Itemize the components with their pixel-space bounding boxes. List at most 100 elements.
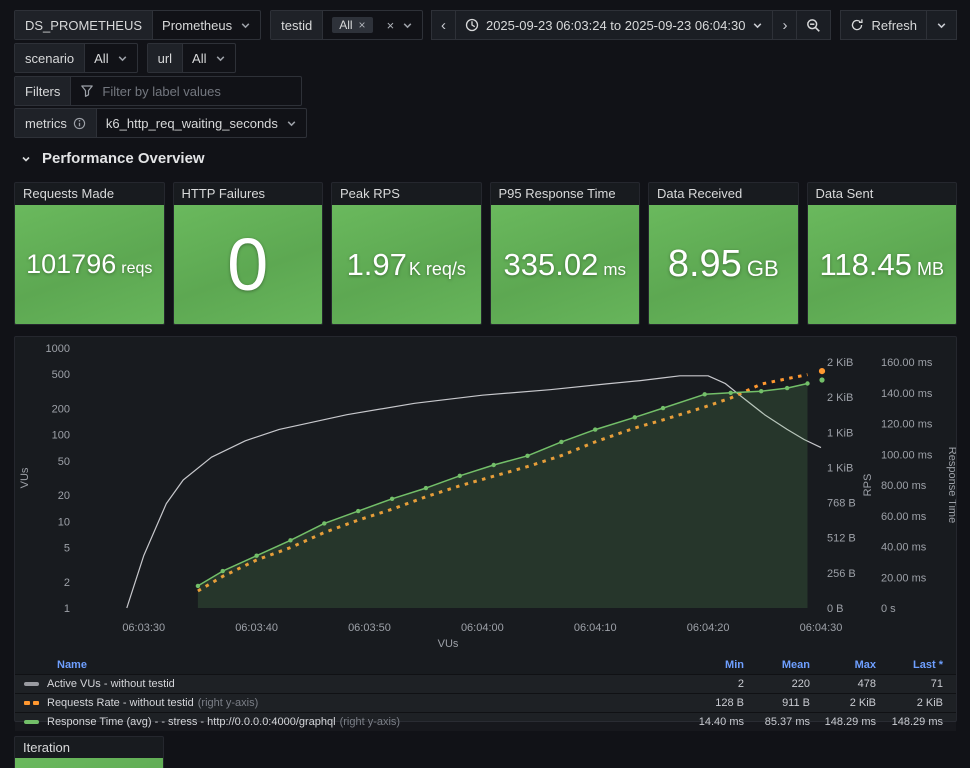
legend-row-response-time[interactable]: Response Time (avg) - - stress - http://…: [15, 712, 956, 731]
legend-series-name[interactable]: Requests Rate - without testid (right y-a…: [47, 697, 258, 709]
refresh-interval-dropdown[interactable]: [926, 10, 957, 40]
legend-header-mean[interactable]: Mean: [744, 659, 810, 671]
svg-text:VUs: VUs: [438, 638, 459, 649]
legend-row-active-vus[interactable]: Active VUs - without testid 2 220 478 71: [15, 674, 956, 693]
legend-header: Name Min Mean Max Last *: [15, 655, 956, 674]
stat-value: 8.95: [667, 243, 742, 285]
legend-max: 478: [857, 678, 876, 690]
stat-value: 101796: [26, 249, 117, 279]
testid-label: testid: [271, 11, 324, 39]
stat-unit: K req/s: [408, 258, 466, 279]
iteration-stat-body: [15, 758, 163, 768]
zoom-out-button[interactable]: [796, 10, 832, 40]
scenario-select[interactable]: All: [85, 44, 136, 72]
stat-body: 0: [173, 205, 322, 324]
datasource-select[interactable]: Prometheus: [153, 11, 260, 39]
series-swatch-gray: [24, 682, 39, 686]
svg-text:200: 200: [52, 404, 70, 416]
legend-header-name[interactable]: Name: [15, 659, 678, 671]
timeseries-chart[interactable]: 1 2 5 10 20 50 100 200 500 1000 0 B 256 B 512 B 768 B…: [15, 337, 958, 650]
svg-text:1 KiB: 1 KiB: [827, 462, 853, 474]
svg-text:2 KiB: 2 KiB: [827, 392, 853, 404]
svg-text:120.00 ms: 120.00 ms: [881, 419, 933, 431]
zoom-out-icon: [807, 18, 821, 32]
legend-series-name[interactable]: Active VUs - without testid: [47, 678, 175, 690]
legend-mean: 220: [791, 678, 810, 690]
svg-text:512 B: 512 B: [827, 533, 856, 545]
panel-p95-response-time: P95 Response Time 335.02 ms: [489, 182, 640, 325]
stat-unit: ms: [603, 259, 626, 279]
row-performance-overview[interactable]: Performance Overview: [20, 150, 205, 167]
legend-max: 2 KiB: [849, 697, 876, 709]
legend-min: 14.40 ms: [698, 716, 744, 728]
scenario-filter[interactable]: scenario All: [14, 43, 138, 73]
metrics-picker[interactable]: metrics k6_http_req_waiting_seconds: [14, 108, 307, 138]
section-title: Performance Overview: [42, 150, 205, 167]
time-range-picker[interactable]: 2025-09-23 06:03:24 to 2025-09-23 06:04:…: [454, 10, 774, 40]
testid-chip-all[interactable]: All ×: [332, 17, 373, 33]
panel-title[interactable]: Requests Made: [15, 183, 164, 205]
panel-title[interactable]: Iteration: [15, 737, 163, 759]
panel-title[interactable]: P95 Response Time: [491, 183, 640, 205]
url-select[interactable]: All: [183, 44, 234, 72]
legend-header-last[interactable]: Last *: [876, 659, 956, 671]
panel-title[interactable]: Data Sent: [808, 183, 957, 205]
svg-text:06:04:00: 06:04:00: [461, 622, 504, 634]
stat-value: 1.97: [346, 246, 407, 282]
adhoc-filters[interactable]: Filters: [14, 76, 303, 106]
time-shift-forward-button[interactable]: ›: [772, 10, 798, 40]
svg-text:1000: 1000: [46, 343, 70, 355]
svg-text:20: 20: [58, 490, 70, 502]
clear-selection-icon[interactable]: ×: [387, 18, 395, 33]
stat-panels-row: Requests Made 101796 reqs HTTP Failures 0…: [14, 182, 957, 325]
chevron-down-icon: [118, 55, 126, 61]
metrics-select[interactable]: k6_http_req_waiting_seconds: [97, 109, 306, 137]
legend-max: 148.29 ms: [824, 716, 876, 728]
legend-header-max[interactable]: Max: [810, 659, 876, 671]
chevron-down-icon: [403, 22, 412, 28]
stat-value: 118.45: [819, 246, 912, 282]
svg-text:1 KiB: 1 KiB: [827, 427, 853, 439]
scenario-label: scenario: [15, 44, 86, 72]
refresh-button[interactable]: Refresh: [840, 10, 927, 40]
funnel-icon: [81, 85, 94, 97]
svg-text:40.00 ms: 40.00 ms: [881, 542, 927, 554]
legend-row-requests-rate[interactable]: Requests Rate - without testid (right y-a…: [15, 693, 956, 712]
stat-value: 0: [227, 223, 269, 306]
stat-unit: MB: [917, 258, 944, 279]
legend-last: 148.29 ms: [891, 716, 943, 728]
svg-text:06:04:30: 06:04:30: [800, 622, 843, 634]
svg-text:2 KiB: 2 KiB: [827, 357, 853, 369]
stat-value: 335.02: [503, 246, 599, 282]
svg-text:Response Time: Response Time: [946, 447, 956, 523]
legend-series-name[interactable]: Response Time (avg) - - stress - http://…: [47, 716, 400, 728]
panel-title[interactable]: HTTP Failures: [174, 183, 323, 205]
metrics-label-text: metrics: [25, 115, 67, 131]
scenario-value: All: [94, 50, 109, 66]
right-axis-note: (right y-axis): [339, 716, 401, 728]
panel-vus-chart: 1 2 5 10 20 50 100 200 500 1000 0 B 256 B 512 B 768 B…: [14, 336, 958, 728]
datasource-picker[interactable]: DS_PROMETHEUS Prometheus: [14, 10, 262, 40]
clock-icon: [465, 18, 479, 32]
chart-legend: Name Min Mean Max Last * Active VUs - wi…: [15, 655, 956, 731]
chip-remove-icon[interactable]: ×: [359, 18, 366, 32]
legend-last: 2 KiB: [916, 697, 943, 709]
testid-filter[interactable]: testid All × ×: [270, 10, 424, 40]
panel-title[interactable]: Peak RPS: [332, 183, 481, 205]
panel-title[interactable]: Data Received: [649, 183, 798, 205]
series-swatch-orange-dashed: [24, 701, 39, 705]
stat-body: 118.45 MB: [807, 205, 956, 324]
svg-text:80.00 ms: 80.00 ms: [881, 480, 927, 492]
svg-text:1: 1: [64, 603, 70, 615]
url-filter[interactable]: url All: [146, 43, 236, 73]
stat-unit: GB: [746, 256, 779, 281]
legend-header-min[interactable]: Min: [678, 659, 744, 671]
stat-body: 1.97 K req/s: [332, 205, 481, 324]
svg-text:0 s: 0 s: [881, 603, 896, 615]
collapse-chevron-icon: [22, 156, 30, 162]
datasource-value: Prometheus: [162, 17, 233, 33]
time-shift-back-button[interactable]: ‹: [430, 10, 456, 40]
filter-by-label-input[interactable]: [102, 83, 281, 99]
url-label: url: [147, 44, 184, 72]
metrics-value: k6_http_req_waiting_seconds: [105, 115, 278, 131]
